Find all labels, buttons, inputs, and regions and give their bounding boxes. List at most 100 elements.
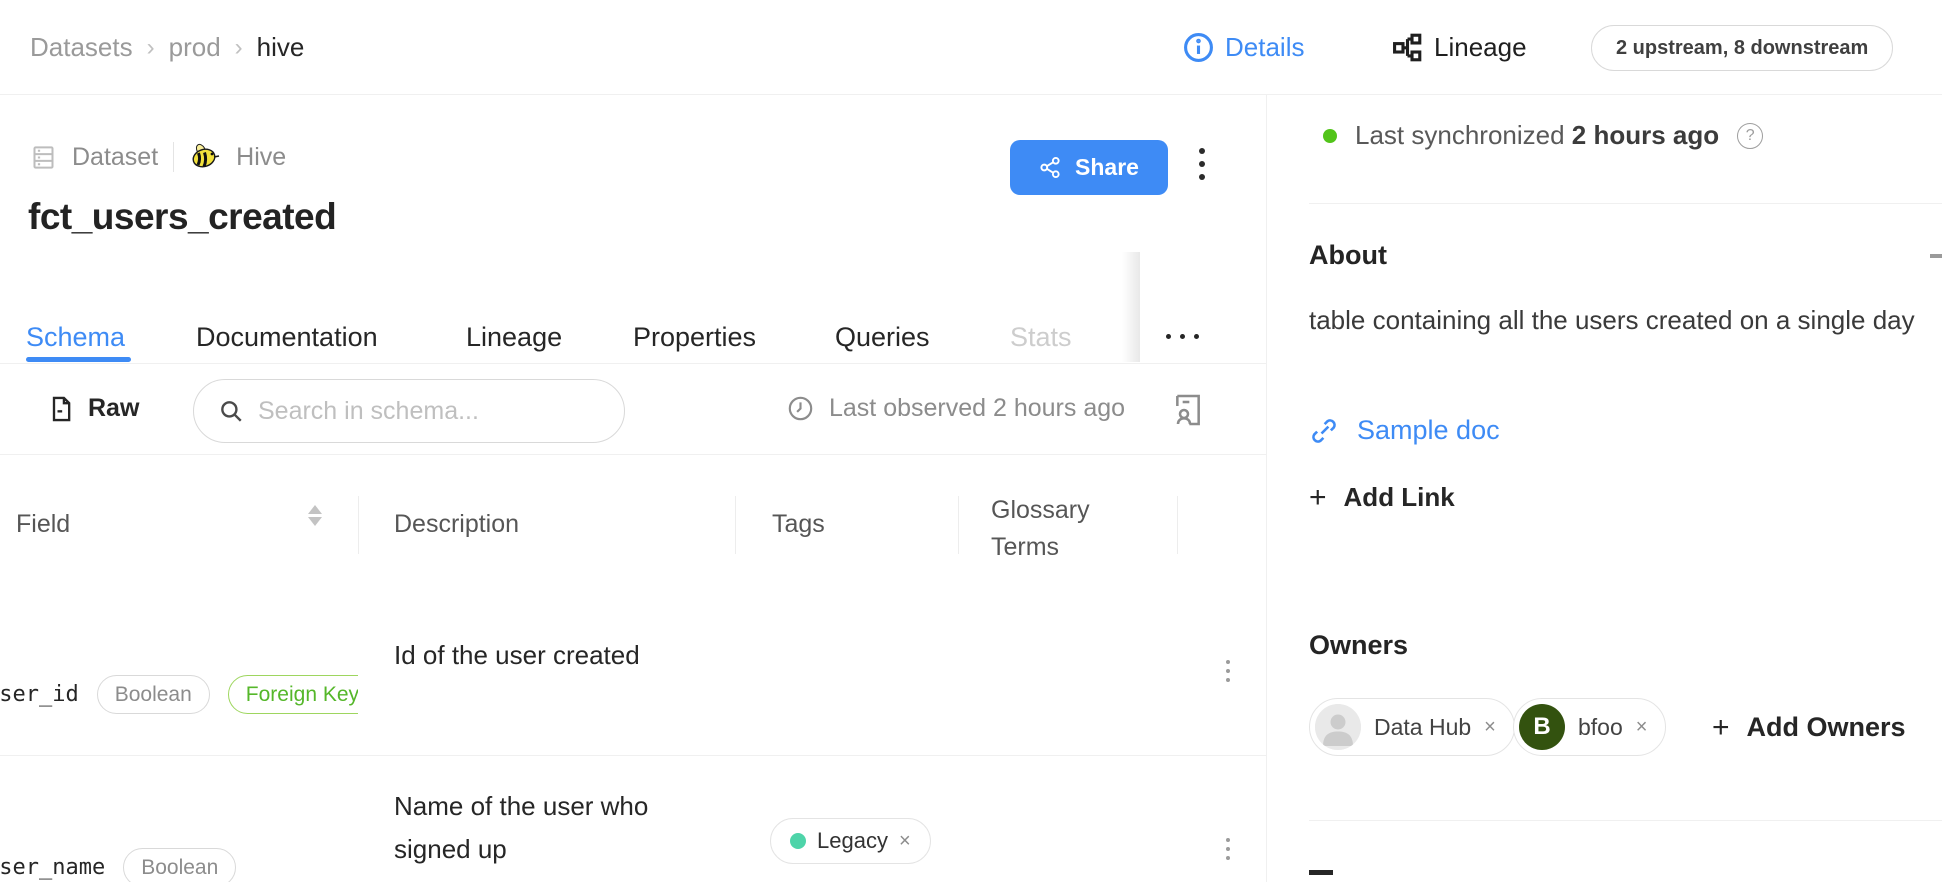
about-heading: About xyxy=(1309,240,1387,271)
page-title: fct_users_created xyxy=(28,196,336,238)
tab-queries[interactable]: Queries xyxy=(835,322,930,353)
raw-label: Raw xyxy=(88,394,139,423)
remove-owner-icon[interactable]: × xyxy=(1484,716,1496,739)
hive-bee-logo xyxy=(189,141,221,173)
column-divider xyxy=(958,496,959,554)
add-owners-label: Add Owners xyxy=(1747,712,1906,743)
tag-legacy[interactable]: Legacy × xyxy=(770,818,931,864)
entity-type-label: Dataset xyxy=(72,143,158,172)
dataset-table-icon xyxy=(30,144,57,171)
tab-lineage[interactable]: Lineage xyxy=(466,322,562,353)
foreign-key-badge: Foreign Key xyxy=(228,675,358,714)
sync-status: Last synchronized 2 hours ago ? xyxy=(1323,120,1763,151)
field-description: Id of the user created xyxy=(394,634,640,677)
field-name: user_id xyxy=(0,682,79,707)
share-label: Share xyxy=(1075,154,1139,181)
tag-label: Legacy xyxy=(817,828,888,854)
table-row-field-cell: user_id Boolean Foreign Key xyxy=(0,675,358,714)
column-divider xyxy=(358,496,359,554)
about-description: table containing all the users created o… xyxy=(1309,298,1942,343)
remove-owner-icon[interactable]: × xyxy=(1636,716,1648,739)
type-badge: Boolean xyxy=(97,675,210,714)
row-divider xyxy=(0,755,1266,756)
breadcrumb-hive[interactable]: hive xyxy=(257,32,305,63)
owner-name: bfoo xyxy=(1578,714,1623,741)
row-menu-icon[interactable] xyxy=(1226,660,1230,682)
document-icon xyxy=(47,395,75,423)
share-icon xyxy=(1039,156,1062,179)
last-observed-status: Last observed 2 hours ago xyxy=(787,363,1125,454)
sample-doc-link[interactable]: Sample doc xyxy=(1309,415,1500,446)
breadcrumb-prod[interactable]: prod xyxy=(169,32,221,63)
plus-icon: + xyxy=(1712,713,1730,743)
tab-scroll-shadow xyxy=(1122,252,1140,362)
row-menu-icon[interactable] xyxy=(1226,838,1230,860)
details-toggle-button[interactable]: Details xyxy=(1183,0,1304,95)
add-link-button[interactable]: + Add Link xyxy=(1309,482,1455,513)
raw-toggle-button[interactable]: Raw xyxy=(47,363,139,454)
clipped-next-section-heading xyxy=(1309,870,1333,875)
avatar: B xyxy=(1519,704,1565,750)
platform-label: Hive xyxy=(236,143,286,172)
sort-asc-icon xyxy=(308,505,322,514)
type-badge-label: Boolean xyxy=(141,856,218,880)
breadcrumb-separator: › xyxy=(221,34,257,62)
last-observed-text: Last observed 2 hours ago xyxy=(829,394,1125,423)
breadcrumb-datasets[interactable]: Datasets xyxy=(30,32,133,63)
sample-doc-label: Sample doc xyxy=(1357,415,1500,446)
foreign-key-label: Foreign Key xyxy=(246,683,358,707)
owners-heading: Owners xyxy=(1309,630,1408,661)
search-input[interactable] xyxy=(258,397,600,426)
tab-stats[interactable]: Stats xyxy=(1010,322,1072,353)
owner-pill-datahub[interactable]: Data Hub × xyxy=(1309,698,1515,756)
lineage-toggle-button[interactable]: Lineage xyxy=(1392,0,1527,95)
field-name: user_name xyxy=(0,855,105,880)
sidebar-divider xyxy=(1309,820,1942,821)
lineage-summary-badge[interactable]: 2 upstream, 8 downstream xyxy=(1591,25,1893,71)
more-options-icon[interactable] xyxy=(1199,148,1205,180)
entity-type-row: Dataset Hive xyxy=(30,140,286,174)
datahub-dataset-page: Datasets › prod › hive Details xyxy=(0,0,1942,882)
more-tabs-icon[interactable] xyxy=(1166,334,1199,339)
add-owners-button[interactable]: + Add Owners xyxy=(1712,712,1906,743)
tag-color-dot xyxy=(790,833,806,849)
type-badge-label: Boolean xyxy=(115,683,192,707)
key-badge-clip: Foreign Key xyxy=(228,675,358,714)
column-header-description: Description xyxy=(394,510,519,539)
column-header-field: Field xyxy=(16,510,70,539)
sync-status-dot xyxy=(1323,129,1337,143)
remove-tag-icon[interactable]: × xyxy=(899,830,911,853)
vertical-divider xyxy=(173,142,174,172)
info-circle-icon xyxy=(1183,32,1214,63)
column-divider xyxy=(1177,496,1178,554)
breadcrumb: Datasets › prod › hive xyxy=(30,0,304,95)
sort-field-control[interactable] xyxy=(308,505,322,526)
details-label: Details xyxy=(1225,32,1304,63)
schema-search xyxy=(193,379,625,443)
top-navigation-bar: Datasets › prod › hive Details xyxy=(0,0,1942,95)
audit-history-icon[interactable] xyxy=(1172,392,1204,428)
lineage-summary-text: 2 upstream, 8 downstream xyxy=(1616,37,1868,60)
column-header-glossary-terms: Glossary Terms xyxy=(991,492,1111,566)
add-link-label: Add Link xyxy=(1344,482,1455,513)
clock-icon xyxy=(787,395,814,422)
clipped-edit-icon xyxy=(1930,254,1942,258)
share-button[interactable]: Share xyxy=(1010,140,1168,195)
sync-status-text: Last synchronized 2 hours ago xyxy=(1355,120,1719,151)
link-icon xyxy=(1309,416,1339,446)
sync-time: 2 hours ago xyxy=(1572,120,1719,150)
active-tab-underline xyxy=(26,357,131,362)
owner-pill-bfoo[interactable]: B bfoo × xyxy=(1513,698,1666,756)
sort-desc-icon xyxy=(308,517,322,526)
lineage-graph-icon xyxy=(1392,32,1423,63)
tab-documentation[interactable]: Documentation xyxy=(196,322,378,353)
lineage-label: Lineage xyxy=(1434,32,1527,63)
tab-properties[interactable]: Properties xyxy=(633,322,756,353)
toolbar-bottom-border xyxy=(0,454,1266,455)
tab-schema[interactable]: Schema xyxy=(26,322,125,353)
sidebar-divider xyxy=(1309,203,1942,204)
plus-icon: + xyxy=(1309,483,1327,513)
column-header-tags: Tags xyxy=(772,510,825,539)
avatar xyxy=(1315,704,1361,750)
help-circle-icon[interactable]: ? xyxy=(1737,123,1763,149)
